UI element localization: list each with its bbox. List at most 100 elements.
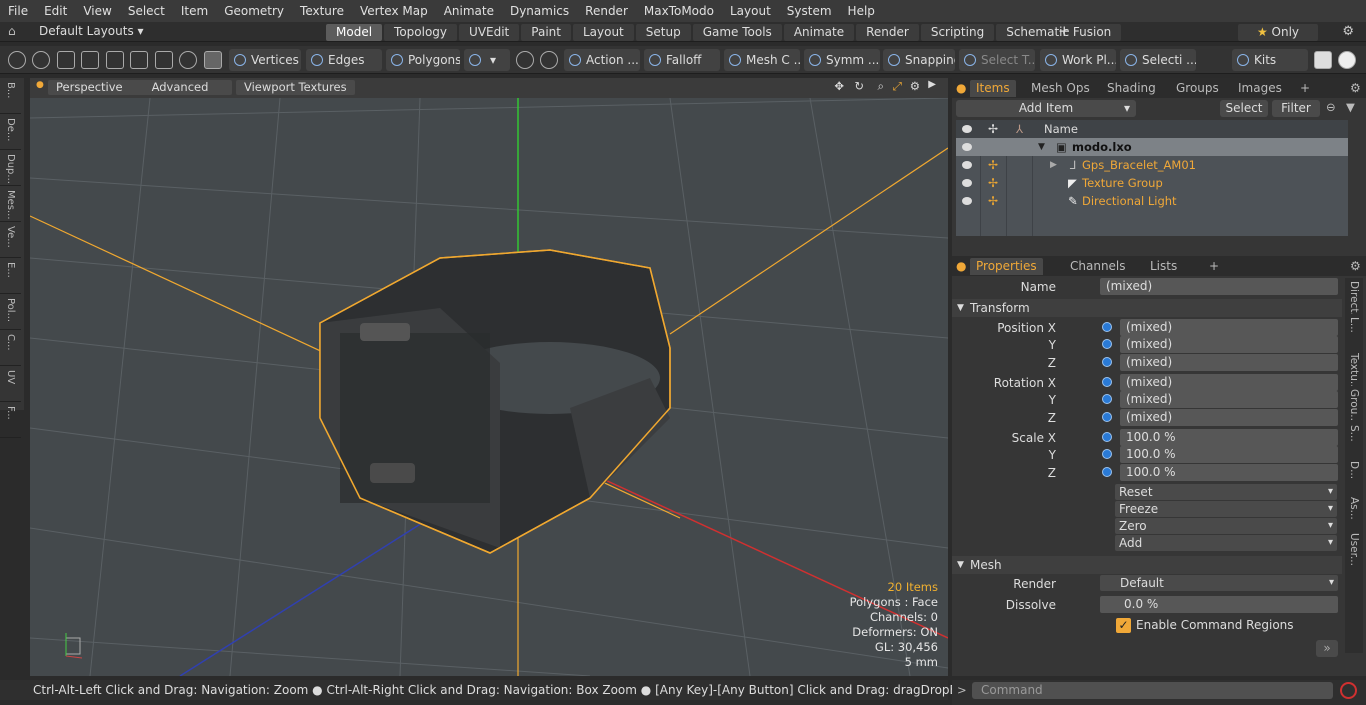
left-strip-tab[interactable]: Mes... xyxy=(0,186,21,222)
panel-gear-icon[interactable]: ⚙ xyxy=(1344,80,1366,97)
rotation-y-field[interactable]: (mixed) xyxy=(1120,391,1338,408)
position-x-field[interactable]: (mixed) xyxy=(1120,319,1338,336)
tab-uvedit[interactable]: UVEdit xyxy=(459,24,520,41)
menu-view[interactable]: View xyxy=(75,4,119,18)
menu-geometry[interactable]: Geometry xyxy=(216,4,292,18)
left-strip-tab[interactable]: E... xyxy=(0,258,21,294)
action-center-button[interactable]: Action ... xyxy=(564,49,640,71)
left-strip-tab[interactable]: De... xyxy=(0,114,21,150)
expand-arrow-icon[interactable]: ▶ xyxy=(1050,156,1057,174)
polygons-button[interactable]: Polygons xyxy=(386,49,460,71)
visibility-eye-icon[interactable] xyxy=(962,179,972,187)
item-icon[interactable] xyxy=(155,51,173,69)
tab-items[interactable]: Items xyxy=(970,80,1016,97)
tab-mesh-ops[interactable]: Mesh Ops xyxy=(1025,80,1096,97)
keyframe-dot[interactable] xyxy=(1102,394,1112,404)
menu-layout[interactable]: Layout xyxy=(722,4,779,18)
render-dropdown[interactable]: Default xyxy=(1100,575,1338,591)
viewport-3d[interactable]: ● Perspective Advanced Viewport Textures… xyxy=(30,78,948,676)
tab-render[interactable]: Render xyxy=(856,24,919,41)
falloff-button[interactable]: Falloff xyxy=(644,49,720,71)
tab-groups[interactable]: Groups xyxy=(1170,80,1225,97)
rotate-icon[interactable]: ↻ xyxy=(854,79,864,93)
menu-animate[interactable]: Animate xyxy=(436,4,502,18)
rotation-x-field[interactable]: (mixed) xyxy=(1120,374,1338,391)
dissolve-field[interactable]: 0.0 % xyxy=(1100,596,1338,613)
side-tab[interactable]: D... xyxy=(1345,458,1363,494)
tab-layout[interactable]: Layout xyxy=(572,24,634,41)
add-tab-icon[interactable]: + xyxy=(1203,258,1225,275)
tab-images[interactable]: Images xyxy=(1232,80,1288,97)
add-item-button[interactable]: Add Item ▾ xyxy=(956,100,1136,117)
pivot-icon[interactable] xyxy=(179,51,197,69)
left-strip-tab[interactable]: B... xyxy=(0,78,21,114)
mesh-constraint-button[interactable]: Mesh C ... xyxy=(724,49,800,71)
add-tab-icon[interactable]: + xyxy=(1058,22,1071,40)
element-icon[interactable] xyxy=(106,51,124,69)
record-icon[interactable] xyxy=(1340,682,1357,699)
viewport-textures-button[interactable]: Viewport Textures xyxy=(236,80,355,95)
keyframe-dot[interactable] xyxy=(1102,467,1112,477)
filter-button[interactable]: Filter xyxy=(1272,100,1320,117)
select-through-button[interactable]: Select T... xyxy=(959,49,1035,71)
menu-file[interactable]: File xyxy=(0,4,36,18)
side-tab[interactable]: As... xyxy=(1345,494,1363,530)
selection-sets-button[interactable]: Selecti ... xyxy=(1120,49,1196,71)
left-strip-tab[interactable]: UV xyxy=(0,366,21,402)
enable-command-regions-checkbox[interactable]: ✓ xyxy=(1116,618,1131,633)
keyframe-dot[interactable] xyxy=(1102,412,1112,422)
tab-topology[interactable]: Topology xyxy=(384,24,458,41)
viewport-gear-icon[interactable]: ⚙ xyxy=(910,79,920,93)
kits-button[interactable]: Kits xyxy=(1232,49,1308,71)
layout-selector[interactable]: Default Layouts ▾ xyxy=(39,24,144,38)
only-button[interactable]: ★ Only xyxy=(1238,24,1318,41)
menu-render[interactable]: Render xyxy=(577,4,636,18)
funnel-icon[interactable]: ▼ xyxy=(1346,100,1355,114)
move-icon[interactable]: ✥ xyxy=(834,79,844,93)
item-row-light[interactable]: ✢ ✎ Directional Light xyxy=(956,192,1348,210)
side-tab[interactable]: L... xyxy=(1345,314,1363,350)
menu-vertex-map[interactable]: Vertex Map xyxy=(352,4,436,18)
menu-edit[interactable]: Edit xyxy=(36,4,75,18)
lock-icon[interactable]: ✢ xyxy=(988,156,998,174)
reset-dropdown[interactable]: Reset xyxy=(1115,484,1337,500)
keyframe-dot[interactable] xyxy=(1102,322,1112,332)
left-strip-tab[interactable]: F... xyxy=(0,402,21,438)
lock-icon[interactable]: ✢ xyxy=(988,192,998,210)
globe-icon[interactable] xyxy=(32,51,50,69)
gear-icon[interactable]: ⚙ xyxy=(1342,24,1354,39)
tab-game-tools[interactable]: Game Tools xyxy=(692,24,782,41)
tab-model[interactable]: Model xyxy=(326,24,383,41)
keyframe-dot[interactable] xyxy=(1102,377,1112,387)
tab-animate[interactable]: Animate xyxy=(783,24,855,41)
side-tab[interactable]: User... xyxy=(1345,530,1363,566)
scale-y-field[interactable]: 100.0 % xyxy=(1120,446,1338,463)
visibility-eye-icon[interactable] xyxy=(962,143,972,151)
left-strip-tab[interactable]: Dup... xyxy=(0,150,21,186)
transform-section[interactable]: ▼ Transform xyxy=(952,299,1342,317)
side-tab[interactable]: Direct... xyxy=(1345,278,1363,314)
menu-item[interactable]: Item xyxy=(173,4,216,18)
unity-icon[interactable] xyxy=(1314,51,1332,69)
menu-maxtomodo[interactable]: MaxToModo xyxy=(636,4,722,18)
tab-lists[interactable]: Lists xyxy=(1144,258,1183,275)
keyframe-dot[interactable] xyxy=(1102,449,1112,459)
select-button[interactable]: Select xyxy=(1220,100,1268,117)
edges-button[interactable]: Edges xyxy=(306,49,382,71)
add-tab-icon[interactable]: + xyxy=(1294,80,1316,97)
zoom-icon[interactable]: ⌕ xyxy=(878,79,884,94)
tab-channels[interactable]: Channels xyxy=(1064,258,1132,275)
keyframe-dot[interactable] xyxy=(1102,339,1112,349)
expand-button[interactable]: » xyxy=(1316,640,1338,657)
scale-z-field[interactable]: 100.0 % xyxy=(1120,464,1338,481)
item-row-texture-group[interactable]: ✢ ◤ Texture Group xyxy=(956,174,1348,192)
name-field[interactable]: (mixed) xyxy=(1100,278,1338,295)
unreal-icon[interactable] xyxy=(1338,51,1356,69)
visibility-eye-icon[interactable] xyxy=(962,161,972,169)
left-strip-tab[interactable]: Ve... xyxy=(0,222,21,258)
tab-shading[interactable]: Shading xyxy=(1101,80,1162,97)
position-y-field[interactable]: (mixed) xyxy=(1120,336,1338,353)
play-icon[interactable]: ▶ xyxy=(928,79,936,90)
item-row-scene[interactable]: ▼ ▣ modo.lxo xyxy=(956,138,1348,156)
tab-paint[interactable]: Paint xyxy=(521,24,571,41)
